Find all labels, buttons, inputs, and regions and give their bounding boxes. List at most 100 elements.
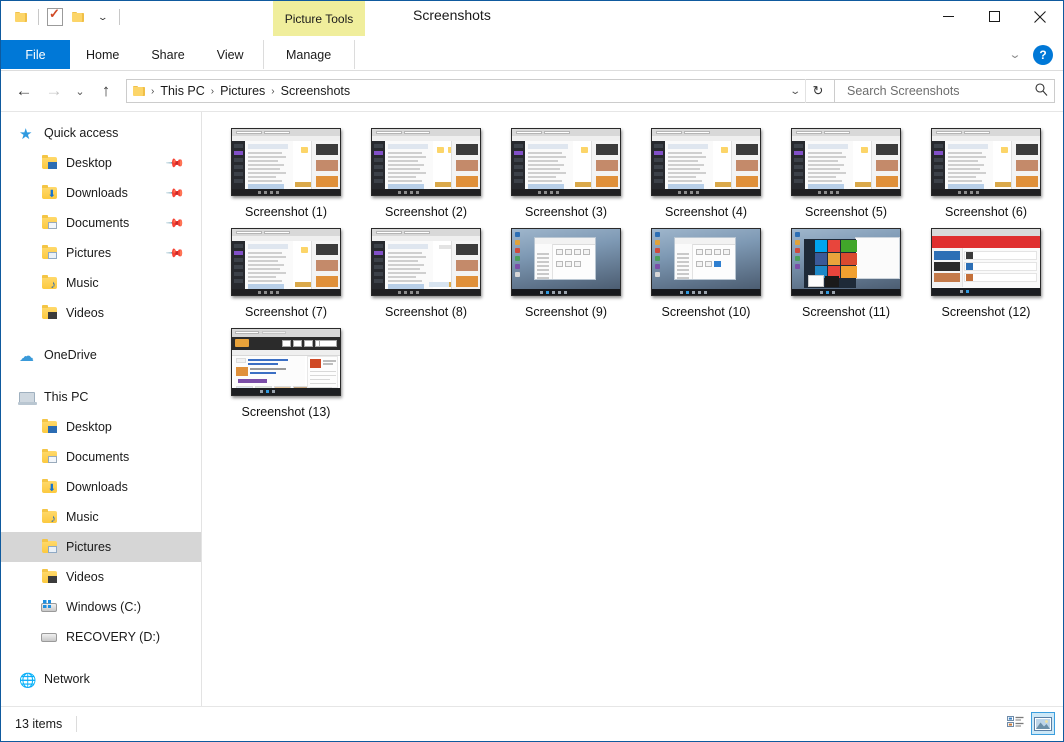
thumbnail-browser: [651, 128, 761, 196]
tab-home[interactable]: Home: [70, 40, 135, 69]
tab-view[interactable]: View: [201, 40, 260, 69]
folder-videos-icon: [41, 304, 59, 322]
breadcrumb-item-screenshots[interactable]: Screenshots: [276, 84, 355, 98]
sidebar-item-this-pc[interactable]: This PC: [1, 382, 201, 412]
file-list-view[interactable]: Screenshot (1): [202, 112, 1063, 706]
thumbnail-video-site: [931, 228, 1041, 296]
search-icon[interactable]: [1035, 83, 1048, 99]
folder-documents-icon: [41, 448, 59, 466]
folder-desktop-icon: [41, 154, 59, 172]
thumbnail-wrapper: [230, 226, 342, 298]
sidebar-label-music-qa: Music: [66, 276, 99, 290]
sidebar-label-downloads: Downloads: [66, 480, 128, 494]
thumbnail-browser: [231, 228, 341, 296]
maximize-button[interactable]: [971, 1, 1017, 32]
sidebar-label-music: Music: [66, 510, 99, 524]
sidebar-item-onedrive[interactable]: ☁ OneDrive: [1, 340, 201, 370]
sidebar-item-documents-qa[interactable]: Documents 📌: [1, 208, 201, 238]
properties-icon[interactable]: [43, 5, 67, 29]
thumbnail-wrapper: [650, 126, 762, 198]
sidebar-item-pictures[interactable]: Pictures: [1, 532, 201, 562]
sidebar-item-music[interactable]: Music: [1, 502, 201, 532]
sidebar-item-videos[interactable]: Videos: [1, 562, 201, 592]
explorer-folder-icon[interactable]: [10, 5, 34, 29]
thumbnail-wrapper: [230, 126, 342, 198]
sidebar-item-music-qa[interactable]: Music: [1, 268, 201, 298]
view-mode-buttons: [1003, 712, 1055, 735]
sidebar-label-onedrive: OneDrive: [44, 348, 97, 362]
sidebar-item-videos-qa[interactable]: Videos: [1, 298, 201, 328]
file-name: Screenshot (5): [805, 205, 887, 219]
customize-qat-chevron-down-icon[interactable]: ⌄: [91, 5, 115, 29]
pin-icon[interactable]: 📌: [165, 183, 185, 203]
file-item[interactable]: Screenshot (12): [916, 224, 1056, 324]
sidebar-item-pictures-qa[interactable]: Pictures 📌: [1, 238, 201, 268]
tab-share[interactable]: Share: [135, 40, 200, 69]
file-item[interactable]: Screenshot (9): [496, 224, 636, 324]
breadcrumb-item-pictures[interactable]: Pictures: [215, 84, 270, 98]
sidebar-item-recovery-d[interactable]: RECOVERY (D:): [1, 622, 201, 652]
back-button[interactable]: ←: [9, 77, 39, 105]
star-icon: ★: [19, 124, 37, 142]
main-area: ★ Quick access Desktop 📌 Downloads 📌 Doc…: [1, 111, 1063, 706]
file-item[interactable]: Screenshot (6): [916, 124, 1056, 224]
search-input[interactable]: [845, 83, 1035, 99]
sidebar-item-desktop-qa[interactable]: Desktop 📌: [1, 148, 201, 178]
file-name: Screenshot (6): [945, 205, 1027, 219]
collapse-ribbon-chevron-down-icon[interactable]: ⌄: [998, 43, 1032, 67]
details-view-button[interactable]: [1003, 712, 1027, 735]
address-bar: ← → ⌄ ↑ › This PC › Pictures › Screensho…: [1, 71, 1063, 111]
breadcrumb-item-this-pc[interactable]: This PC: [155, 84, 209, 98]
file-item[interactable]: Screenshot (10): [636, 224, 776, 324]
file-item[interactable]: Screenshot (7): [216, 224, 356, 324]
file-item[interactable]: Screenshot (2): [356, 124, 496, 224]
folder-music-icon: [41, 508, 59, 526]
help-icon[interactable]: ?: [1033, 45, 1053, 65]
search-box[interactable]: [835, 79, 1055, 103]
pin-icon[interactable]: 📌: [165, 153, 185, 173]
minimize-button[interactable]: [925, 1, 971, 32]
address-dropdown-chevron-down-icon[interactable]: ⌄: [781, 86, 810, 97]
folder-pictures-icon: [41, 244, 59, 262]
quick-access-toolbar: ⌄: [1, 1, 124, 33]
ribbon-right-controls: ⌄ ?: [1003, 40, 1059, 69]
sidebar-item-downloads[interactable]: Downloads: [1, 472, 201, 502]
up-button[interactable]: ↑: [91, 77, 121, 105]
pin-icon[interactable]: 📌: [165, 243, 185, 263]
file-item[interactable]: Screenshot (4): [636, 124, 776, 224]
pin-icon[interactable]: 📌: [165, 213, 185, 233]
tab-file[interactable]: File: [1, 40, 70, 69]
sidebar-item-windows-c[interactable]: Windows (C:): [1, 592, 201, 622]
file-item[interactable]: Screenshot (5): [776, 124, 916, 224]
thumbnail-desktop: [651, 228, 761, 296]
forward-button: →: [39, 77, 69, 105]
sidebar-item-network[interactable]: 🌐 Network: [1, 664, 201, 694]
status-bar: 13 items: [1, 706, 1063, 741]
file-name: Screenshot (9): [525, 305, 607, 319]
recent-locations-chevron-down-icon[interactable]: ⌄: [69, 77, 91, 105]
file-item[interactable]: Screenshot (8): [356, 224, 496, 324]
file-item[interactable]: Screenshot (13): [216, 324, 356, 424]
file-name: Screenshot (2): [385, 205, 467, 219]
breadcrumb[interactable]: › This PC › Pictures › Screenshots ⌄ ↻: [126, 79, 835, 103]
sidebar-label-pictures: Pictures: [66, 540, 111, 554]
close-button[interactable]: [1017, 1, 1063, 32]
file-name: Screenshot (4): [665, 205, 747, 219]
file-name: Screenshot (3): [525, 205, 607, 219]
picture-tools-contextual-header: Picture Tools: [273, 1, 365, 36]
new-folder-icon[interactable]: [67, 5, 91, 29]
sidebar-item-documents[interactable]: Documents: [1, 442, 201, 472]
file-item[interactable]: Screenshot (1): [216, 124, 356, 224]
tab-manage[interactable]: Manage: [263, 40, 355, 69]
network-icon: 🌐: [19, 670, 37, 688]
folder-videos-icon: [41, 568, 59, 586]
file-item[interactable]: Screenshot (11): [776, 224, 916, 324]
thumbnail-wrapper: [790, 226, 902, 298]
sidebar-item-desktop[interactable]: Desktop: [1, 412, 201, 442]
file-item[interactable]: Screenshot (3): [496, 124, 636, 224]
sidebar-item-quick-access[interactable]: ★ Quick access: [1, 118, 201, 148]
large-icons-view-button[interactable]: [1031, 712, 1055, 735]
window-controls: [925, 1, 1063, 32]
drive-windows-icon: [41, 598, 59, 616]
sidebar-item-downloads-qa[interactable]: Downloads 📌: [1, 178, 201, 208]
